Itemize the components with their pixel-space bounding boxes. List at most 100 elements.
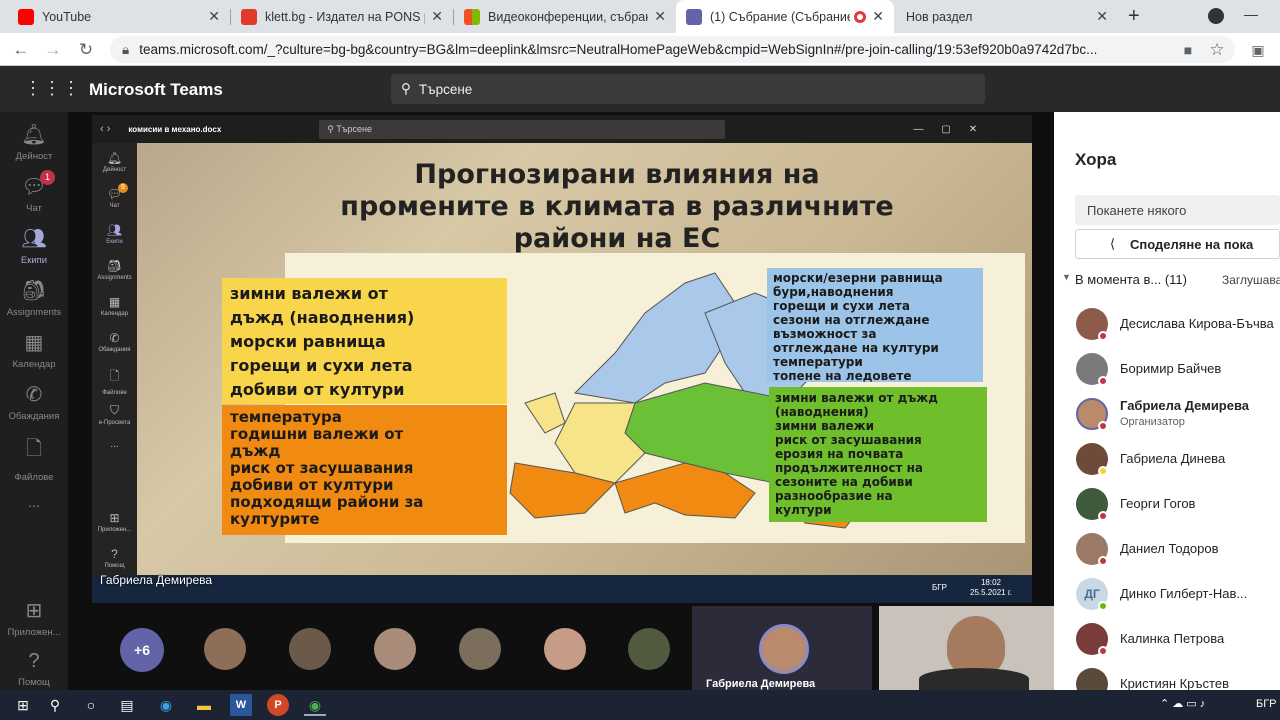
- participant-row[interactable]: ДГ Динко Гилберт-Нав...: [1054, 572, 1280, 617]
- inner-rail-item: ...: [110, 439, 119, 450]
- powerpoint-icon[interactable]: P: [267, 694, 289, 716]
- tab-title: klett.bg - Издател на PONS p: [265, 9, 426, 24]
- windows-start-icon[interactable]: ⊞: [12, 694, 34, 716]
- slide-bullet: продължителност на: [775, 461, 924, 475]
- rail-item-more[interactable]: ...: [0, 494, 68, 510]
- participant-row[interactable]: Даниел Тодоров: [1054, 527, 1280, 572]
- participant-row[interactable]: Габриела Динева: [1054, 437, 1280, 482]
- share-invite-button[interactable]: ⟨ Споделяне на пока: [1075, 229, 1280, 259]
- participant-row[interactable]: Десислава Кирова-Бъчва: [1054, 302, 1280, 347]
- rail-item-activity[interactable]: 🔔︎ Дейност: [0, 122, 68, 162]
- avatar[interactable]: [374, 628, 416, 670]
- section-header[interactable]: В момента в... (11): [1075, 272, 1187, 287]
- reload-button[interactable]: ↻: [73, 37, 99, 63]
- slide-bullet: зимни валежи от дъжд: [775, 391, 938, 405]
- minimize-icon[interactable]: —: [1244, 6, 1258, 22]
- slide-bullet: риск от засушавания: [775, 433, 922, 447]
- avatar[interactable]: [289, 628, 331, 670]
- slide-bullet: възможност за: [773, 327, 877, 341]
- shared-doc-title: комисии в механо.docx: [128, 124, 222, 134]
- tab-meeting[interactable]: (1) Събрание (Събрание ✕: [676, 0, 894, 33]
- presence-status-icon: [1098, 646, 1108, 656]
- slide-bullet: температура: [230, 408, 342, 426]
- input-language[interactable]: БГР: [1256, 698, 1277, 710]
- invite-input[interactable]: Поканете някого: [1075, 195, 1280, 225]
- close-icon[interactable]: ✕: [654, 8, 666, 25]
- chat-badge: 1: [40, 170, 55, 185]
- search-input[interactable]: ⚲ Търсене: [391, 74, 985, 104]
- rail-item-files[interactable]: 🗋︎ Файлове: [0, 434, 68, 483]
- tray-icons[interactable]: ⌃ ☁ ▭ ♪: [1160, 697, 1205, 710]
- search-icon[interactable]: ⚲: [44, 694, 66, 716]
- extension-icon[interactable]: ▣: [1245, 37, 1271, 63]
- chevron-down-icon[interactable]: ▼: [1062, 272, 1071, 282]
- teams-header: ⋮⋮⋮ Microsoft Teams ⚲ Търсене: [0, 66, 1280, 112]
- participant-row[interactable]: Георги Гогов: [1054, 482, 1280, 527]
- word-icon[interactable]: W: [230, 694, 252, 716]
- close-icon[interactable]: ✕: [431, 8, 443, 25]
- rail-item-teams[interactable]: 👥︎ Екипи: [0, 226, 68, 266]
- slide-bullet: годишни валежи от: [230, 425, 404, 443]
- file-explorer-icon[interactable]: ▬: [193, 694, 215, 716]
- assignments-icon: 🎒︎: [21, 280, 47, 302]
- tab-videoconference[interactable]: Видеоконференции, събран ✕: [454, 0, 676, 33]
- tab-search-button[interactable]: [1208, 8, 1224, 24]
- slide-bullet: (наводнения): [775, 405, 869, 419]
- rail-item-chat[interactable]: 💬︎ Чат 1: [0, 170, 68, 214]
- participant-name: Десислава Кирова-Бъчва: [1120, 316, 1274, 331]
- lock-icon: 🔒︎: [122, 41, 130, 57]
- close-icon[interactable]: ✕: [872, 8, 884, 25]
- avatar[interactable]: [459, 628, 501, 670]
- avatar[interactable]: [204, 628, 246, 670]
- url-text: teams.microsoft.com/_?culture=bg-bg&coun…: [139, 42, 1098, 57]
- shared-screen: ‹ › комисии в механо.docx ⚲ Търсене —▢✕ …: [92, 115, 1032, 603]
- inner-rail-item: ⛉ е-Просвета: [98, 403, 131, 426]
- tab-klett[interactable]: klett.bg - Издател на PONS p ✕: [231, 0, 453, 33]
- tab-new[interactable]: Нов раздел ✕: [896, 0, 1118, 33]
- task-view-icon[interactable]: ▤: [116, 694, 138, 716]
- active-speaker-tile[interactable]: Габриела Демирева: [692, 606, 872, 690]
- more-participants-button[interactable]: +6: [120, 628, 164, 672]
- blue-info-box: морски/езерни равнища бури,наводнения горе…: [767, 268, 983, 383]
- mute-all-button[interactable]: Заглушава: [1222, 273, 1280, 287]
- rail-item-apps[interactable]: ⊞ Приложен...: [0, 598, 68, 638]
- presence-status-icon: [1098, 556, 1108, 566]
- yellow-info-box: зимни валежи от дъжд (наводнения) морски р…: [222, 278, 507, 404]
- tab-youtube[interactable]: YouTube ✕: [8, 0, 230, 33]
- camera-icon[interactable]: ■: [1175, 37, 1201, 63]
- bookmark-star-icon[interactable]: ☆: [1204, 37, 1230, 63]
- cortana-icon[interactable]: ○: [80, 694, 102, 716]
- new-tab-button[interactable]: +: [1128, 5, 1140, 28]
- participant-name: Габриела Динева: [1120, 451, 1226, 466]
- inner-rail-item: 🎒︎ Assignments: [97, 259, 132, 281]
- close-icon[interactable]: ✕: [208, 8, 220, 25]
- avatar[interactable]: [628, 628, 670, 670]
- slide-bullet: зимни валежи: [775, 419, 875, 433]
- participant-name: Калинка Петрова: [1120, 631, 1225, 646]
- inner-rail-item: 💬︎ Чат 9: [92, 183, 137, 209]
- rail-item-calendar[interactable]: ▦ Календар: [0, 330, 68, 370]
- address-bar-row: ← → ↻ 🔒︎ teams.microsoft.com/_?culture=b…: [0, 33, 1280, 66]
- rail-item-assignments[interactable]: 🎒︎ Assignments: [0, 278, 68, 318]
- back-button[interactable]: ←: [8, 37, 34, 63]
- rail-item-calls[interactable]: ✆ Обаждания: [0, 382, 68, 422]
- slide-bullet: добиви от култури: [230, 476, 394, 494]
- participant-row[interactable]: Габриела Демирева Организатор: [1054, 392, 1280, 437]
- participant-row[interactable]: Боримир Байчев: [1054, 347, 1280, 392]
- app-launcher-icon[interactable]: ⋮⋮⋮: [24, 78, 81, 99]
- chrome-icon[interactable]: ◉: [304, 694, 326, 716]
- tab-title: Нов раздел: [906, 9, 973, 24]
- forward-button[interactable]: →: [40, 37, 66, 63]
- participant-name: Габриела Демирева: [1120, 398, 1250, 413]
- teams-icon: 👥︎: [21, 228, 47, 250]
- close-icon[interactable]: ✕: [1096, 8, 1108, 25]
- rail-item-help[interactable]: ? Помощ: [0, 650, 68, 688]
- url-field[interactable]: 🔒︎ teams.microsoft.com/_?culture=bg-bg&c…: [110, 36, 1235, 63]
- inner-rail-item: 🔔︎ Дейност: [102, 151, 127, 173]
- people-title: Хора: [1075, 150, 1117, 169]
- slide-bullet: горещи и сухи лета: [230, 356, 413, 375]
- edge-icon[interactable]: ◉: [155, 694, 177, 716]
- participant-row[interactable]: Калинка Петрова: [1054, 617, 1280, 662]
- self-video-tile[interactable]: [879, 606, 1054, 690]
- avatar[interactable]: [544, 628, 586, 670]
